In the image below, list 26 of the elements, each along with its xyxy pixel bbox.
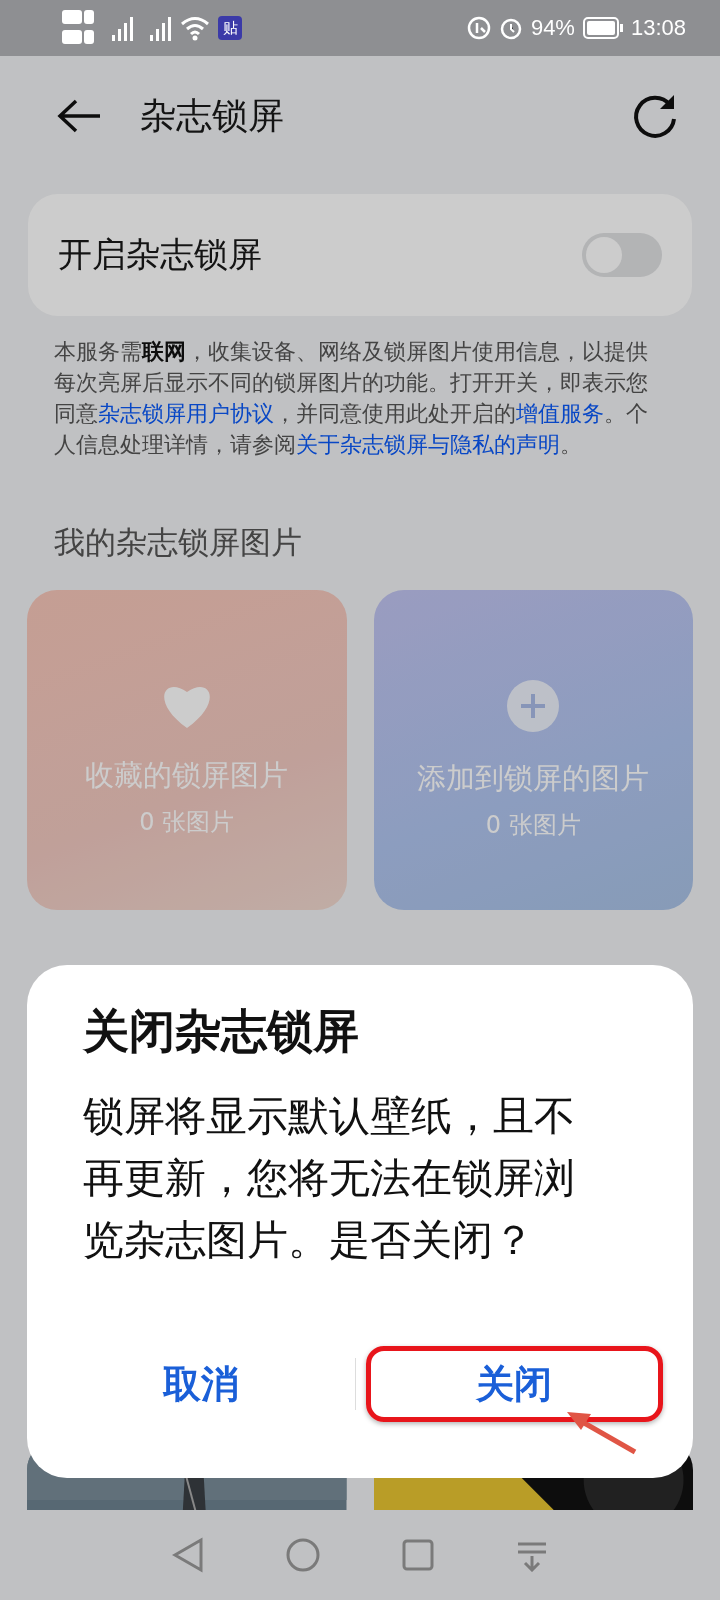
notice-link[interactable]: 杂志锁屏用户协议: [98, 401, 274, 426]
app-notification-icon: 贴: [218, 16, 242, 40]
recents-nav-icon[interactable]: [401, 1538, 435, 1572]
plus-icon: [506, 679, 561, 733]
back-nav-icon[interactable]: [171, 1537, 205, 1573]
dialog-button[interactable]: 取消: [57, 1346, 345, 1422]
tile-title: 添加到锁屏的图片: [417, 760, 650, 797]
back-icon[interactable]: [56, 98, 102, 134]
eco-icon: [466, 16, 491, 40]
toggle-switch[interactable]: [582, 233, 662, 277]
page-title: 杂志锁屏: [140, 93, 284, 138]
dialog-button[interactable]: 关闭: [365, 1346, 663, 1422]
alarm-icon: [498, 16, 523, 40]
notice-link[interactable]: 关于杂志锁屏与隐私的声明: [296, 432, 560, 457]
wifi-icon: [180, 15, 210, 41]
notice-text: 本服务需联网，收集设备、网络及锁屏图片使用信息，以提供每次亮屏后显示不同的锁屏图片的功能。打开开关，即表示您同意杂志锁屏用户协议，并同意使用此处开启的增值服务。个人信息处理详情，请参阅关于杂志锁屏与隐私的声明。: [54, 338, 649, 459]
section-title: 我的杂志锁屏图片: [54, 523, 303, 562]
home-nav-icon[interactable]: [285, 1537, 321, 1573]
battery-icon: [582, 17, 623, 39]
notice-link[interactable]: 增值服务: [516, 401, 604, 426]
dialog-title: 关闭杂志锁屏: [83, 1003, 360, 1060]
dialog-message: 锁屏将显示默认壁纸，且不再更新，您将无法在锁屏浏览杂志图片。是否关闭？: [83, 1091, 576, 1266]
clock: 13:08: [630, 15, 686, 41]
tile-count: 0 张图片: [485, 810, 581, 841]
battery-percent: 94%: [530, 15, 575, 41]
switch-label: 开启杂志锁屏: [58, 233, 262, 276]
